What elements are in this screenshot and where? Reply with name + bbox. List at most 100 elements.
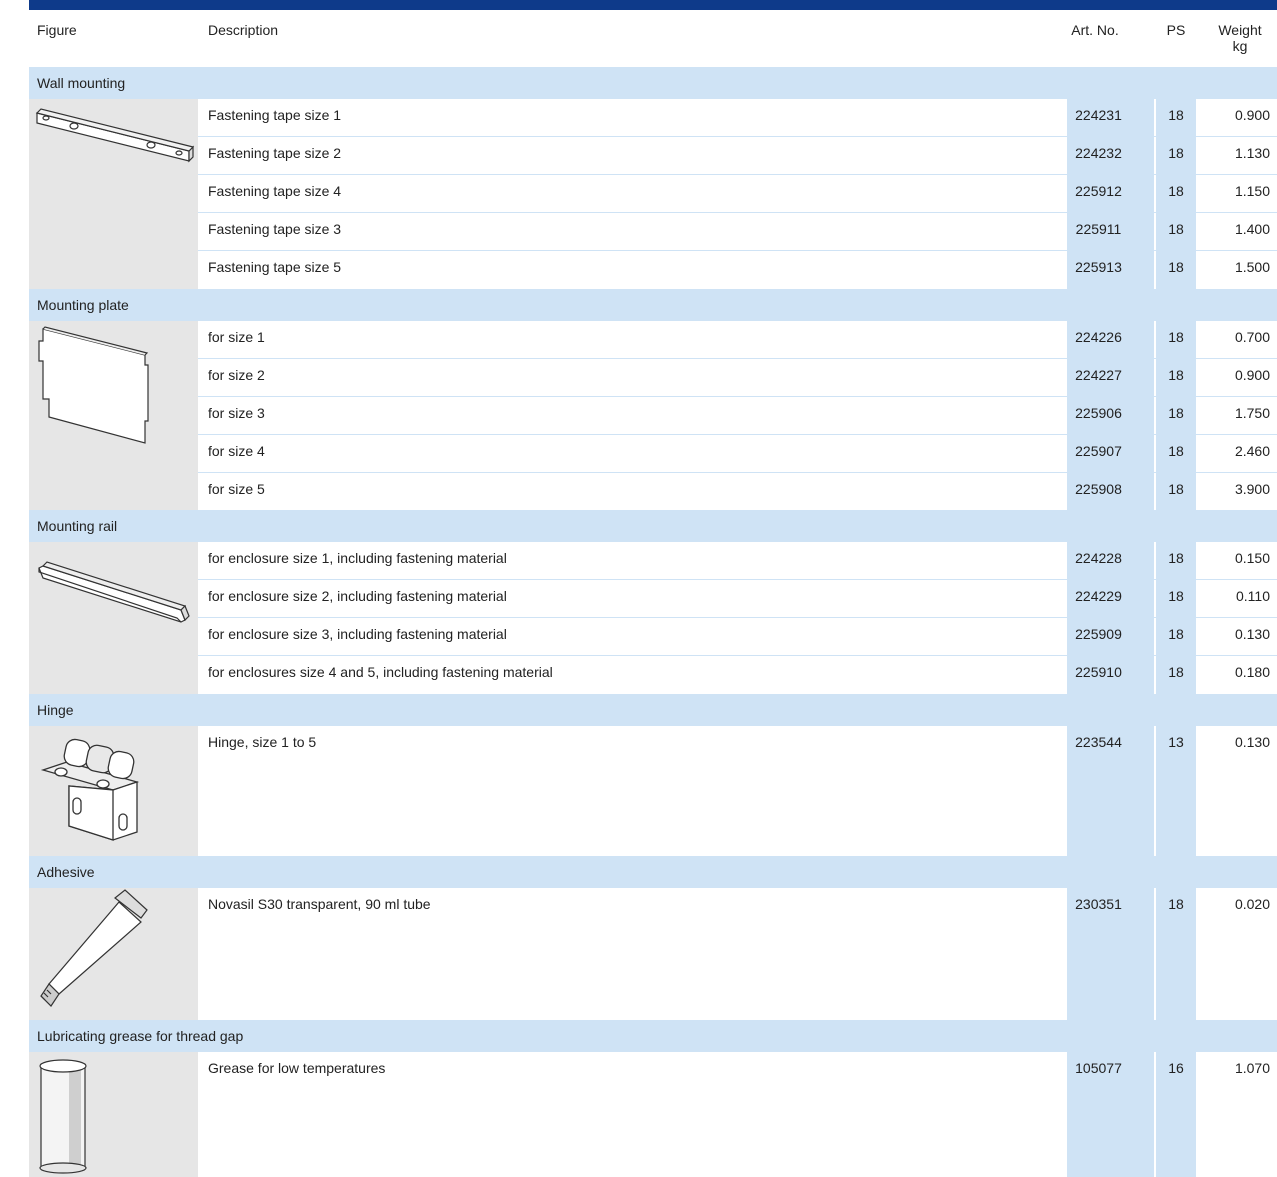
row-weight: 0.900 <box>1234 367 1270 383</box>
figure-adhesive <box>29 888 198 1020</box>
figure-hinge <box>29 726 198 856</box>
hinge-icon <box>40 738 140 841</box>
row-weight: 1.070 <box>1234 1060 1270 1076</box>
row-description: for enclosure size 1, including fastenin… <box>208 550 507 566</box>
header-ps: PS <box>1166 22 1186 38</box>
row-weight: 0.700 <box>1234 329 1270 345</box>
row-ps: 18 <box>1168 107 1184 123</box>
row-art-no: 223544 <box>1075 734 1122 750</box>
figure-mounting-plate <box>29 321 198 510</box>
row-art-no: 105077 <box>1075 1060 1122 1076</box>
figure-wall-mounting <box>29 99 198 289</box>
group-header-hinge: Hinge <box>29 694 1277 726</box>
fastening-tape-icon <box>35 108 195 163</box>
table-row: Hinge, size 1 to 5 223544 13 0.130 <box>198 726 1277 856</box>
row-art-no: 224232 <box>1075 145 1122 161</box>
row-weight: 0.110 <box>1236 588 1270 604</box>
row-ps: 18 <box>1168 367 1184 383</box>
row-art-no: 224228 <box>1075 550 1122 566</box>
group-header-mounting-plate: Mounting plate <box>29 289 1277 321</box>
row-description: Fastening tape size 3 <box>208 221 342 237</box>
table-row: Fastening tape size 4 225912 18 1.150 <box>198 175 1277 213</box>
row-weight: 0.130 <box>1234 734 1270 750</box>
row-ps: 13 <box>1168 734 1184 750</box>
row-ps: 18 <box>1168 588 1184 604</box>
row-description: Fastening tape size 4 <box>208 183 342 199</box>
header-weight-label: Weight <box>1218 22 1262 38</box>
row-ps: 18 <box>1168 221 1184 237</box>
row-ps: 18 <box>1168 626 1184 642</box>
group-title: Lubricating grease for thread gap <box>37 1028 244 1044</box>
row-art-no: 225908 <box>1075 481 1122 497</box>
row-description: Fastening tape size 2 <box>208 145 342 161</box>
table-row: for enclosures size 4 and 5, including f… <box>198 656 1277 694</box>
row-description: Hinge, size 1 to 5 <box>208 734 317 750</box>
row-art-no: 230351 <box>1075 896 1122 912</box>
row-description: for size 3 <box>208 405 265 421</box>
row-description: for enclosure size 2, including fastenin… <box>208 588 507 604</box>
row-ps: 18 <box>1168 443 1184 459</box>
table-row: for enclosure size 3, including fastenin… <box>198 618 1277 656</box>
group-header-lubricating-grease: Lubricating grease for thread gap <box>29 1020 1277 1052</box>
row-description: for size 4 <box>208 443 265 459</box>
group-title: Mounting plate <box>37 297 129 313</box>
row-weight: 1.400 <box>1234 221 1270 237</box>
row-description: for enclosures size 4 and 5, including f… <box>208 664 553 680</box>
row-art-no: 224229 <box>1075 588 1122 604</box>
table-row: Fastening tape size 1 224231 18 0.900 <box>198 99 1277 137</box>
group-title: Mounting rail <box>37 518 118 534</box>
table-row: Fastening tape size 2 224232 18 1.130 <box>198 137 1277 175</box>
row-description: for size 1 <box>208 329 265 345</box>
table-row: for size 1 224226 18 0.700 <box>198 321 1277 359</box>
row-weight: 1.130 <box>1234 145 1270 161</box>
row-weight: 0.020 <box>1234 896 1270 912</box>
row-description: Novasil S30 transparent, 90 ml tube <box>208 896 431 912</box>
group-header-adhesive: Adhesive <box>29 856 1277 888</box>
mounting-plate-icon <box>38 326 149 444</box>
row-ps: 16 <box>1168 1060 1184 1076</box>
row-ps: 18 <box>1168 405 1184 421</box>
row-art-no: 225911 <box>1075 221 1122 237</box>
row-weight: 1.750 <box>1234 405 1270 421</box>
group-title: Adhesive <box>37 864 95 880</box>
table-header: Figure Description Art. No. PS Weight kg <box>29 10 1277 67</box>
row-art-no: 225909 <box>1075 626 1122 642</box>
header-description: Description <box>208 22 279 38</box>
row-weight: 0.900 <box>1234 107 1270 123</box>
row-description: Grease for low temperatures <box>208 1060 386 1076</box>
group-title: Wall mounting <box>37 75 126 91</box>
adhesive-tube-icon <box>40 889 148 1007</box>
row-weight: 0.130 <box>1234 626 1270 642</box>
header-art-no: Art. No. <box>1071 22 1119 38</box>
row-ps: 18 <box>1168 145 1184 161</box>
row-art-no: 225910 <box>1075 664 1122 680</box>
row-description: for size 5 <box>208 481 265 497</box>
row-ps: 18 <box>1168 329 1184 345</box>
table-row: Novasil S30 transparent, 90 ml tube 2303… <box>198 888 1277 1020</box>
row-description: for size 2 <box>208 367 265 383</box>
grease-can-icon <box>39 1059 87 1174</box>
figure-grease <box>29 1052 198 1177</box>
row-weight: 1.500 <box>1234 259 1270 275</box>
group-title: Hinge <box>37 702 74 718</box>
row-art-no: 224226 <box>1075 329 1122 345</box>
group-header-wall-mounting: Wall mounting <box>29 67 1277 99</box>
row-art-no: 225913 <box>1075 259 1122 275</box>
row-ps: 18 <box>1168 183 1184 199</box>
row-ps: 18 <box>1168 896 1184 912</box>
row-ps: 18 <box>1168 481 1184 497</box>
top-bar <box>29 0 1277 10</box>
row-ps: 18 <box>1168 550 1184 566</box>
row-description: Fastening tape size 5 <box>208 259 342 275</box>
mounting-rail-icon <box>38 561 190 623</box>
table-row: Fastening tape size 5 225913 18 1.500 <box>198 251 1277 289</box>
row-ps: 18 <box>1168 664 1184 680</box>
table-row: Fastening tape size 3 225911 18 1.400 <box>198 213 1277 251</box>
row-description: Fastening tape size 1 <box>208 107 342 123</box>
table-row: for size 2 224227 18 0.900 <box>198 359 1277 397</box>
row-art-no: 224227 <box>1075 367 1122 383</box>
row-art-no: 225906 <box>1075 405 1122 421</box>
table-row: for size 5 225908 18 3.900 <box>198 473 1277 510</box>
figure-mounting-rail <box>29 542 198 694</box>
table-row: for enclosure size 1, including fastenin… <box>198 542 1277 580</box>
